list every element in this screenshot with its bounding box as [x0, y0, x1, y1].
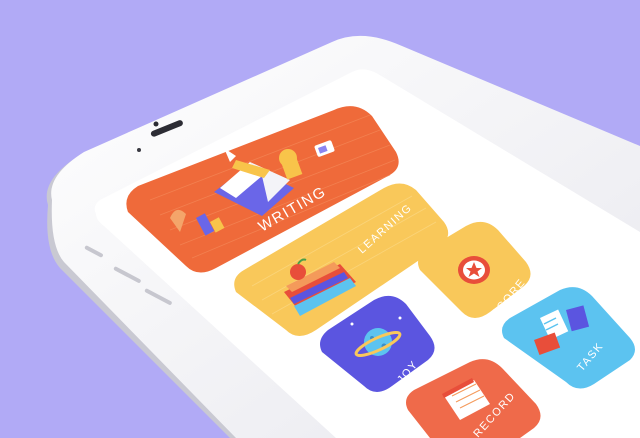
- phone-illustration: WRITING LEARNING SCORE JOY TASK RECORD: [46, 35, 640, 438]
- phone-mockup-scene: WRITING LEARNING SCORE JOY TASK RECORD: [0, 0, 640, 438]
- star-badge-icon: [458, 256, 490, 284]
- front-camera: [153, 121, 159, 127]
